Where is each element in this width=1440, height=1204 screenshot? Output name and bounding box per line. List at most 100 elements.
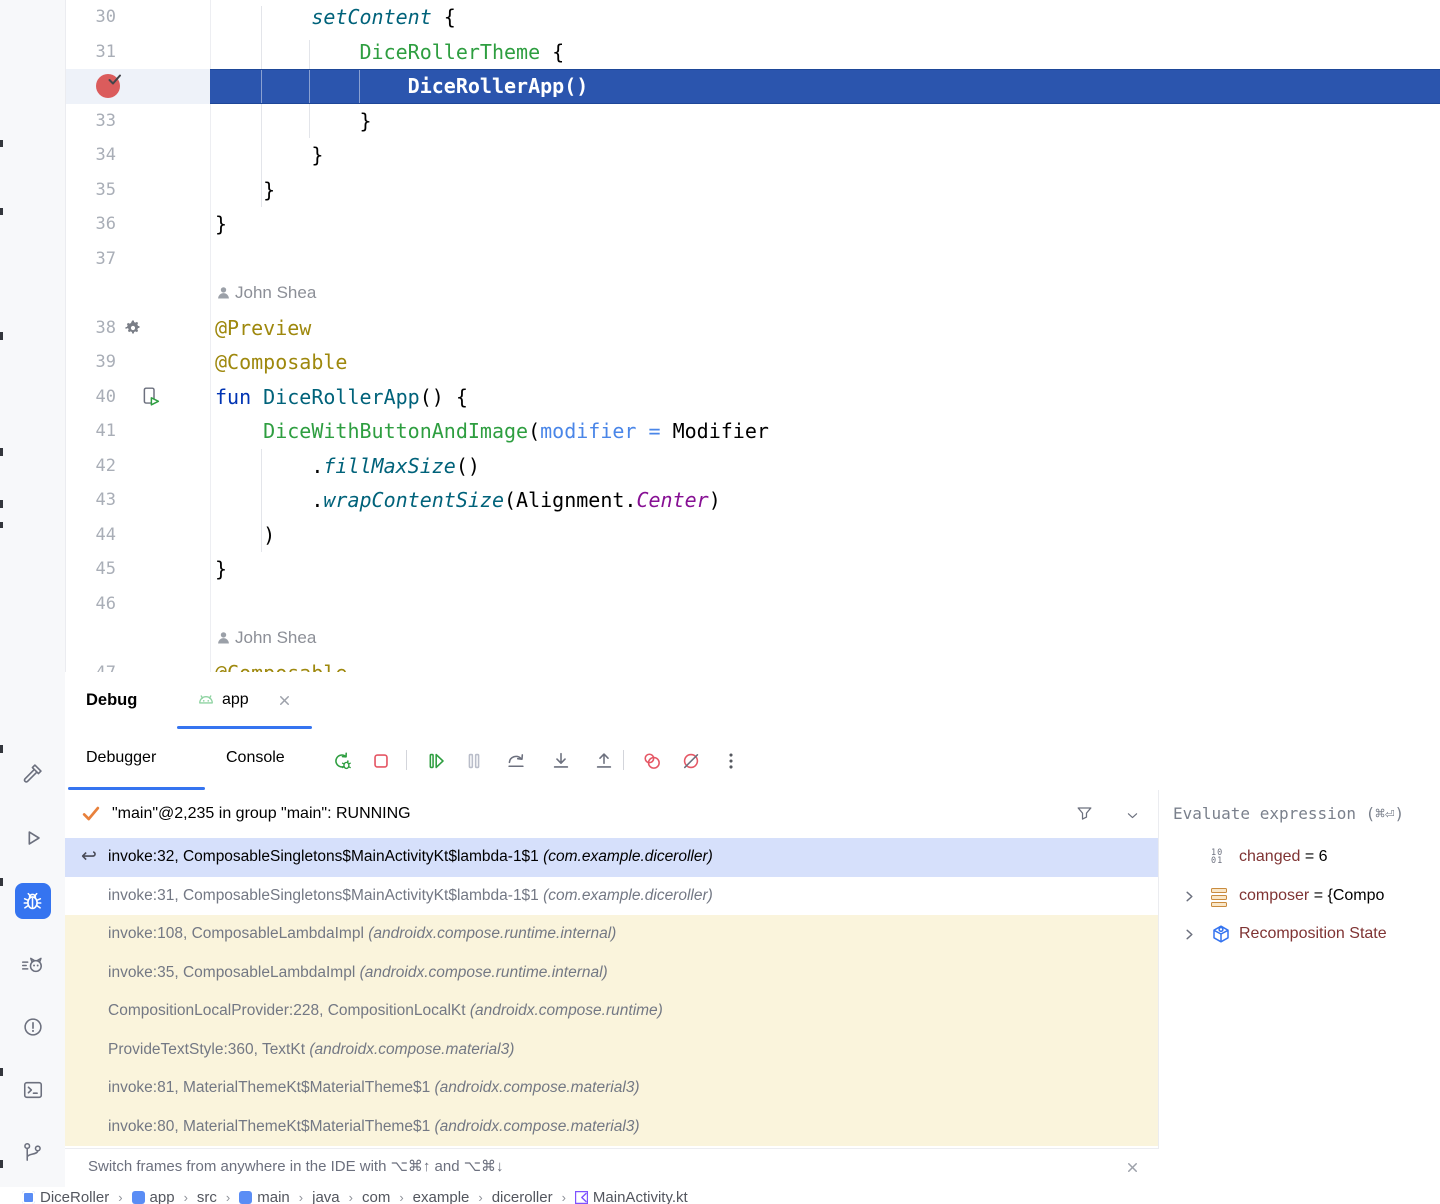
code-line[interactable]: 30 setContent {	[65, 0, 1440, 35]
line-number[interactable]: 42	[65, 449, 116, 484]
code-line[interactable]: 40 fun DiceRollerApp() {	[65, 380, 1440, 415]
tool-window-stripe	[0, 0, 66, 1204]
line-number[interactable]: 46	[65, 587, 116, 622]
code-line[interactable]: 31 DiceRollerTheme {	[65, 35, 1440, 70]
expand-chevron-icon[interactable]	[1183, 928, 1196, 941]
stripe-build-icon[interactable]	[15, 755, 51, 791]
stripe-debug-icon[interactable]	[15, 883, 51, 919]
code-line[interactable]: 41 DiceWithButtonAndImage(modifier = Mod…	[65, 414, 1440, 449]
stripe-logcat-icon[interactable]	[15, 947, 51, 983]
stack-frame-row[interactable]: invoke:35, ComposableLambdaImpl (android…	[65, 954, 1158, 993]
line-number[interactable]: 31	[65, 35, 116, 70]
stripe-run-icon[interactable]	[15, 820, 51, 856]
breadcrumb-item[interactable]: MainActivity.kt	[575, 1187, 688, 1204]
breadcrumb-item[interactable]: java	[312, 1187, 340, 1204]
person-icon	[217, 286, 230, 299]
resume-icon[interactable]	[424, 749, 448, 773]
line-number[interactable]: 43	[65, 483, 116, 518]
variable-row[interactable]: composer = {Compo	[1159, 877, 1440, 916]
hint-close-icon[interactable]	[1125, 1160, 1140, 1175]
step-out-icon[interactable]	[592, 749, 616, 773]
mute-breakpoints-icon[interactable]	[679, 749, 703, 773]
step-into-icon[interactable]	[549, 749, 573, 773]
evaluate-expression-field[interactable]: Evaluate expression (⌘⏎)	[1159, 790, 1440, 839]
breadcrumb-item[interactable]: DiceRoller	[22, 1187, 109, 1204]
code-line[interactable]: 39@Composable	[65, 345, 1440, 380]
line-number[interactable]: 30	[65, 0, 116, 35]
pause-icon[interactable]	[462, 749, 486, 773]
tab-debugger[interactable]: Debugger	[86, 729, 156, 787]
tab-console[interactable]: Console	[226, 729, 285, 787]
line-number[interactable]: 45	[65, 552, 116, 587]
breadcrumb-label: com	[362, 1187, 390, 1204]
breadcrumb-item[interactable]: main	[239, 1187, 290, 1204]
stack-frame-row[interactable]: invoke:81, MaterialThemeKt$MaterialTheme…	[65, 1069, 1158, 1108]
frame-text: invoke:80, MaterialThemeKt$MaterialTheme…	[108, 1108, 640, 1147]
line-number[interactable]: 41	[65, 414, 116, 449]
stack-frame-row[interactable]: invoke:80, MaterialThemeKt$MaterialTheme…	[65, 1108, 1158, 1147]
code-line[interactable]: DiceRollerApp()	[65, 69, 1440, 104]
code-text: fun DiceRollerApp() {	[215, 380, 468, 415]
breadcrumb-item[interactable]: com	[362, 1187, 390, 1204]
more-icon[interactable]	[719, 749, 743, 773]
code-line[interactable]: 43 .wrapContentSize(Alignment.Center)	[65, 483, 1440, 518]
stripe-version-control-icon[interactable]	[15, 1134, 51, 1170]
line-number[interactable]: 39	[65, 345, 116, 380]
stripe-problems-icon[interactable]	[15, 1009, 51, 1045]
code-line[interactable]: 33 }	[65, 104, 1440, 139]
stripe-terminal-icon[interactable]	[15, 1072, 51, 1108]
code-text: }	[215, 173, 275, 208]
thread-status-bar: "main"@2,235 in group "main": RUNNING	[65, 790, 1159, 839]
breadcrumb-item[interactable]: diceroller	[492, 1187, 553, 1204]
breadcrumb-item[interactable]: example	[413, 1187, 470, 1204]
stack-frame-row[interactable]: ↩invoke:32, ComposableSingletons$MainAct…	[65, 838, 1158, 877]
code-line[interactable]: 47@Composable	[65, 656, 1440, 673]
code-line[interactable]: 46	[65, 587, 1440, 622]
code-line[interactable]: 44 )	[65, 518, 1440, 553]
variable-text: composer = {Compo	[1239, 877, 1384, 916]
code-line[interactable]: 38@Preview	[65, 311, 1440, 346]
thread-status-text[interactable]: "main"@2,235 in group "main": RUNNING	[112, 790, 411, 838]
step-over-icon[interactable]	[504, 749, 528, 773]
code-line[interactable]: 42 .fillMaxSize()	[65, 449, 1440, 484]
line-number[interactable]: 47	[65, 656, 116, 673]
stack-frame-row[interactable]: invoke:31, ComposableSingletons$MainActi…	[65, 877, 1158, 916]
close-icon[interactable]	[277, 693, 292, 708]
expand-chevron-icon[interactable]	[1183, 890, 1196, 903]
stack-frame-row[interactable]: CompositionLocalProvider:228, Compositio…	[65, 992, 1158, 1031]
breadcrumb-item[interactable]: src	[197, 1187, 217, 1204]
breadcrumb: DiceRoller›app›src›main›java›com›example…	[0, 1187, 1440, 1204]
stack-frame-row[interactable]: ProvideTextStyle:360, TextKt (androidx.c…	[65, 1031, 1158, 1070]
debug-toolwindow-title: Debug	[86, 672, 137, 728]
preview-run-icon[interactable]	[140, 386, 161, 407]
line-number[interactable]: 44	[65, 518, 116, 553]
line-number[interactable]: 36	[65, 207, 116, 242]
code-line[interactable]: 45}	[65, 552, 1440, 587]
window-edge-artifact	[0, 140, 3, 147]
session-tab-app[interactable]: app	[222, 672, 249, 728]
breakpoint-icon[interactable]	[96, 74, 120, 98]
line-number[interactable]: 33	[65, 104, 116, 139]
chevron-down-icon[interactable]	[1125, 808, 1140, 823]
code-line[interactable]: 34 }	[65, 138, 1440, 173]
breadcrumb-item[interactable]: app	[132, 1187, 175, 1204]
code-line[interactable]: 36}	[65, 207, 1440, 242]
gear-icon[interactable]	[124, 319, 142, 337]
variable-row[interactable]: Recomposition State	[1159, 915, 1440, 954]
filter-icon[interactable]	[1075, 804, 1094, 823]
variable-row[interactable]: 1001changed = 6	[1159, 838, 1440, 877]
line-number[interactable]: 35	[65, 173, 116, 208]
view-breakpoints-icon[interactable]	[640, 749, 664, 773]
line-number[interactable]: 34	[65, 138, 116, 173]
rerun-icon[interactable]	[330, 749, 354, 773]
code-line[interactable]: 37	[65, 242, 1440, 277]
line-number[interactable]: 37	[65, 242, 116, 277]
variables-panel: 1001changed = 6composer = {CompoRecompos…	[1159, 838, 1440, 1149]
code-line[interactable]: 35 }	[65, 173, 1440, 208]
stack-frame-row[interactable]: invoke:108, ComposableLambdaImpl (androi…	[65, 915, 1158, 954]
line-number[interactable]: 40	[65, 380, 116, 415]
code-editor[interactable]: 30 setContent {31 DiceRollerTheme { Dice…	[65, 0, 1440, 672]
stop-icon[interactable]	[369, 749, 393, 773]
line-number[interactable]: 38	[65, 311, 116, 346]
indent-guide	[261, 449, 262, 552]
